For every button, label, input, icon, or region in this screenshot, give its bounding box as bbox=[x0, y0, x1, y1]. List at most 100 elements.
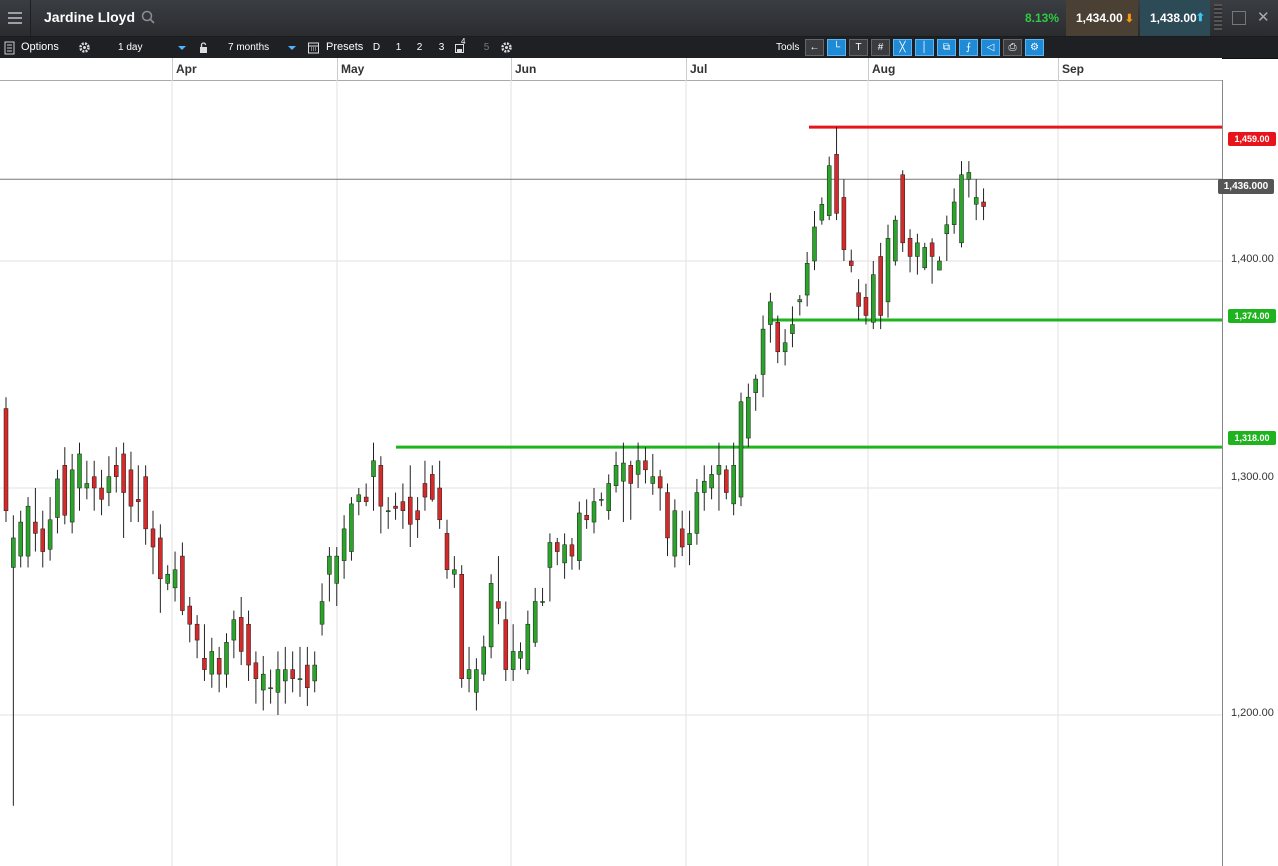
change-percentage: 8.13% bbox=[1024, 11, 1059, 25]
sell-price-button[interactable]: 1,434.00 ⬇ bbox=[1066, 0, 1138, 36]
candle-up bbox=[84, 483, 90, 489]
candle-up bbox=[959, 174, 964, 244]
candle-down bbox=[40, 528, 45, 552]
candle-up bbox=[69, 469, 75, 523]
candle-down bbox=[194, 623, 200, 641]
candle-up bbox=[893, 219, 898, 262]
candle-down bbox=[665, 492, 670, 539]
candle-up bbox=[165, 574, 170, 584]
price-tick-1200: 1,200.00 bbox=[1231, 707, 1274, 719]
sell-price: 1,434.00 bbox=[1076, 11, 1123, 25]
tag-icon[interactable]: ◁ bbox=[981, 39, 1000, 56]
gear-icon[interactable] bbox=[76, 39, 93, 56]
text-tool-icon[interactable]: T bbox=[849, 39, 868, 56]
candle-up bbox=[466, 669, 472, 679]
indicator-icon[interactable]: ⨍ bbox=[959, 39, 978, 56]
hamburger-menu-icon[interactable] bbox=[0, 0, 31, 36]
tools-label: Tools bbox=[776, 42, 800, 53]
candle-up bbox=[731, 465, 736, 505]
candle-type-icon[interactable]: │ bbox=[915, 39, 934, 56]
chart-toolbar: Options 1 day 7 months Presets D 1 2 3 4… bbox=[0, 37, 1278, 59]
candle-up bbox=[621, 462, 626, 482]
detach-window-icon[interactable] bbox=[1232, 11, 1246, 25]
grid-icon[interactable]: # bbox=[871, 39, 890, 56]
curve-tool-icon[interactable]: └ bbox=[827, 39, 846, 56]
period-value: 7 months bbox=[228, 42, 270, 53]
candle-up bbox=[738, 401, 744, 498]
candle-down bbox=[91, 476, 97, 489]
search-icon[interactable] bbox=[141, 10, 155, 24]
back-arrow-icon[interactable]: ← bbox=[805, 39, 824, 56]
candle-down bbox=[33, 521, 38, 534]
calendar-icon[interactable] bbox=[305, 39, 322, 56]
month-label-jul: Jul bbox=[690, 62, 708, 76]
candle-up bbox=[385, 510, 391, 512]
candle-up bbox=[319, 601, 325, 625]
candle-up bbox=[452, 569, 457, 575]
candle-down bbox=[378, 465, 384, 507]
gear-icon[interactable] bbox=[498, 39, 515, 56]
candle-up bbox=[966, 172, 972, 180]
layers-icon[interactable]: ⧉ bbox=[937, 39, 956, 56]
candle-up bbox=[261, 673, 266, 691]
candle-down bbox=[143, 476, 148, 530]
candle-down bbox=[643, 460, 648, 471]
candle-up bbox=[312, 664, 317, 682]
candle-down bbox=[929, 242, 935, 257]
save-icon bbox=[455, 44, 464, 53]
candle-down bbox=[907, 238, 913, 257]
preset-2-button[interactable]: 2 bbox=[411, 39, 428, 56]
candle-up bbox=[275, 669, 281, 693]
candle-down bbox=[459, 574, 464, 679]
support-line-label[interactable]: 1,374.00 bbox=[1228, 309, 1276, 323]
preset-5-button[interactable]: 5 bbox=[478, 39, 495, 56]
candle-up bbox=[577, 512, 582, 561]
candle-up bbox=[47, 519, 53, 550]
candle-down bbox=[187, 605, 192, 625]
candle-up bbox=[231, 619, 237, 641]
drag-handle[interactable] bbox=[1214, 4, 1222, 32]
candle-down bbox=[863, 297, 869, 316]
candle-up bbox=[804, 263, 810, 296]
candle-up bbox=[650, 476, 656, 484]
print-icon[interactable]: ⎙ bbox=[1003, 39, 1022, 56]
chart-grid bbox=[0, 80, 1222, 866]
candle-up bbox=[709, 474, 714, 489]
crosshair-icon[interactable]: ╳ bbox=[893, 39, 912, 56]
candle-up bbox=[812, 226, 817, 262]
candle-down bbox=[569, 544, 575, 557]
current-price-label: 1,436.000 bbox=[1218, 179, 1274, 194]
preset-3-button[interactable]: 3 bbox=[433, 39, 450, 56]
candle-down bbox=[393, 505, 398, 509]
support-line-label[interactable]: 1,318.00 bbox=[1228, 431, 1276, 445]
candle-up bbox=[327, 555, 332, 575]
candle-down bbox=[363, 496, 369, 502]
candle-up bbox=[510, 651, 516, 670]
candle-up bbox=[944, 224, 950, 235]
candle-down bbox=[679, 528, 685, 548]
close-icon[interactable]: ✕ bbox=[1257, 8, 1270, 26]
candle-up bbox=[606, 483, 611, 511]
preset-d-button[interactable]: D bbox=[368, 39, 385, 56]
chart-settings-icon[interactable]: ⚙ bbox=[1025, 39, 1044, 56]
candle-down bbox=[62, 465, 68, 516]
candle-down bbox=[400, 501, 406, 511]
candle-down bbox=[202, 658, 207, 670]
document-icon[interactable] bbox=[1, 39, 18, 56]
month-label-sep: Sep bbox=[1062, 62, 1085, 76]
candle-down bbox=[415, 510, 420, 521]
candle-down bbox=[900, 174, 905, 244]
buy-price-button[interactable]: 1,438.00 ⬆ bbox=[1140, 0, 1210, 36]
lock-icon[interactable] bbox=[195, 39, 212, 56]
candle-up bbox=[672, 510, 678, 557]
preset-1-button[interactable]: 1 bbox=[390, 39, 407, 56]
price-axis-line bbox=[1222, 80, 1223, 866]
candle-up bbox=[768, 301, 773, 325]
candlestick-chart[interactable] bbox=[0, 80, 1222, 866]
candle-down bbox=[496, 601, 501, 609]
options-button[interactable]: Options bbox=[21, 37, 59, 58]
resistance-line-label[interactable]: 1,459.00 bbox=[1228, 132, 1276, 146]
preset-4-button[interactable]: 4 bbox=[454, 37, 471, 56]
candle-up bbox=[224, 642, 229, 675]
candle-up bbox=[356, 494, 362, 502]
